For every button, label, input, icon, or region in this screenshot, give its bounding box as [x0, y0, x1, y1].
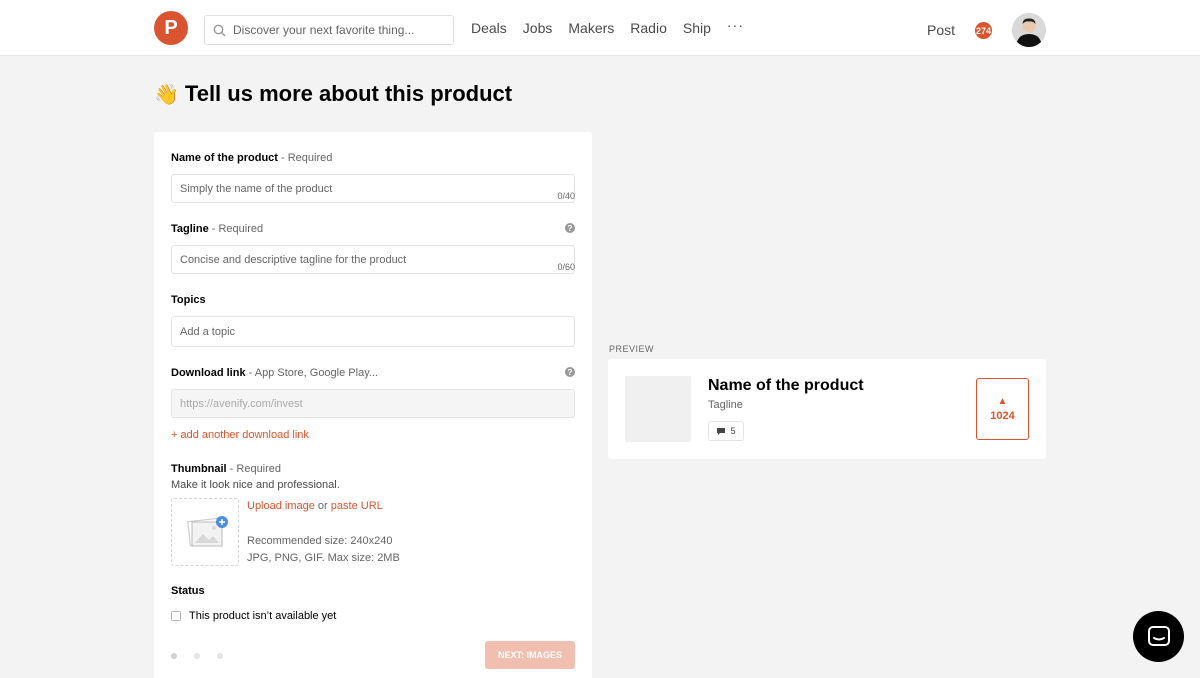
upload-options: Upload image or paste URL — [247, 500, 383, 512]
download-link-label: Download link - App Store, Google Play..… — [171, 367, 379, 379]
unavailable-checkbox-label[interactable]: This product isn’t available yet — [189, 610, 336, 622]
comment-count: 5 — [730, 426, 736, 436]
step-dot-3[interactable] — [217, 653, 223, 659]
next-images-button[interactable]: NEXT: IMAGES — [485, 641, 575, 669]
nav-makers[interactable]: Makers — [568, 20, 614, 36]
product-form: Name of the product - Required Simply th… — [154, 132, 592, 678]
chat-icon — [1147, 625, 1170, 646]
preview-product-name: Name of the product — [708, 377, 864, 394]
comment-icon — [717, 427, 726, 435]
step-dot-1[interactable] — [171, 653, 177, 659]
name-counter: 0/40 — [557, 191, 575, 201]
preview-thumbnail — [625, 376, 691, 442]
thumbnail-dropzone[interactable] — [171, 498, 239, 566]
topics-label: Topics — [171, 294, 206, 306]
tagline-help-icon[interactable]: ? — [565, 223, 575, 233]
search-icon — [205, 24, 233, 37]
step-dot-2[interactable] — [194, 653, 200, 659]
vote-count: 1024 — [990, 409, 1015, 422]
nav-jobs[interactable]: Jobs — [523, 20, 553, 36]
page-title: 👋 Tell us more about this product — [154, 81, 512, 107]
tagline-counter: 0/60 — [557, 262, 575, 272]
thumbnail-subtitle: Make it look nice and professional. — [171, 479, 340, 491]
notifications-badge[interactable]: 274 — [975, 22, 992, 39]
thumbnail-label: Thumbnail - Required — [171, 463, 282, 475]
upload-image-link[interactable]: Upload image — [247, 500, 315, 512]
tagline-input[interactable]: Concise and descriptive tagline for the … — [171, 245, 575, 274]
upvote-arrow-icon: ▲ — [997, 395, 1008, 407]
recommended-size: Recommended size: 240x240 — [247, 535, 393, 547]
name-label: Name of the product - Required — [171, 152, 333, 164]
main-nav: Deals Jobs Makers Radio Ship ··· — [471, 17, 744, 36]
user-avatar[interactable] — [1012, 13, 1046, 47]
paste-url-link[interactable]: paste URL — [331, 500, 383, 512]
nav-ship[interactable]: Ship — [683, 20, 711, 36]
page-title-text: Tell us more about this product — [184, 81, 513, 106]
waving-hand-icon: 👋 — [154, 83, 179, 106]
nav-radio[interactable]: Radio — [630, 20, 667, 36]
search-input[interactable] — [233, 23, 443, 37]
chat-launcher-button[interactable] — [1133, 611, 1184, 662]
product-hunt-logo[interactable]: P — [154, 11, 188, 45]
file-formats: JPG, PNG, GIF. Max size: 2MB — [247, 552, 400, 564]
comment-count-badge[interactable]: 5 — [708, 421, 744, 441]
image-placeholder-icon — [187, 516, 228, 547]
add-download-link[interactable]: + add another download link — [171, 429, 309, 441]
search-bar[interactable] — [204, 15, 454, 45]
tagline-label: Tagline - Required — [171, 223, 264, 235]
unavailable-checkbox[interactable] — [171, 611, 181, 621]
top-navbar: P Deals Jobs Makers Radio Ship ··· Post … — [0, 0, 1200, 56]
post-link[interactable]: Post — [927, 22, 955, 38]
step-indicator — [171, 653, 240, 659]
download-link-input[interactable]: https://avenify.com/invest — [171, 389, 575, 418]
status-label: Status — [171, 585, 205, 597]
preview-card: Name of the product Tagline 5 ▲ 1024 — [608, 359, 1046, 459]
preview-tagline: Tagline — [708, 399, 743, 411]
name-input[interactable]: Simply the name of the product — [171, 174, 575, 203]
download-help-icon[interactable]: ? — [565, 367, 575, 377]
preview-label: PREVIEW — [609, 344, 655, 354]
topics-input[interactable]: Add a topic — [171, 316, 575, 347]
more-menu-icon[interactable]: ··· — [727, 17, 744, 36]
nav-deals[interactable]: Deals — [471, 20, 507, 36]
upvote-button[interactable]: ▲ 1024 — [976, 378, 1029, 440]
